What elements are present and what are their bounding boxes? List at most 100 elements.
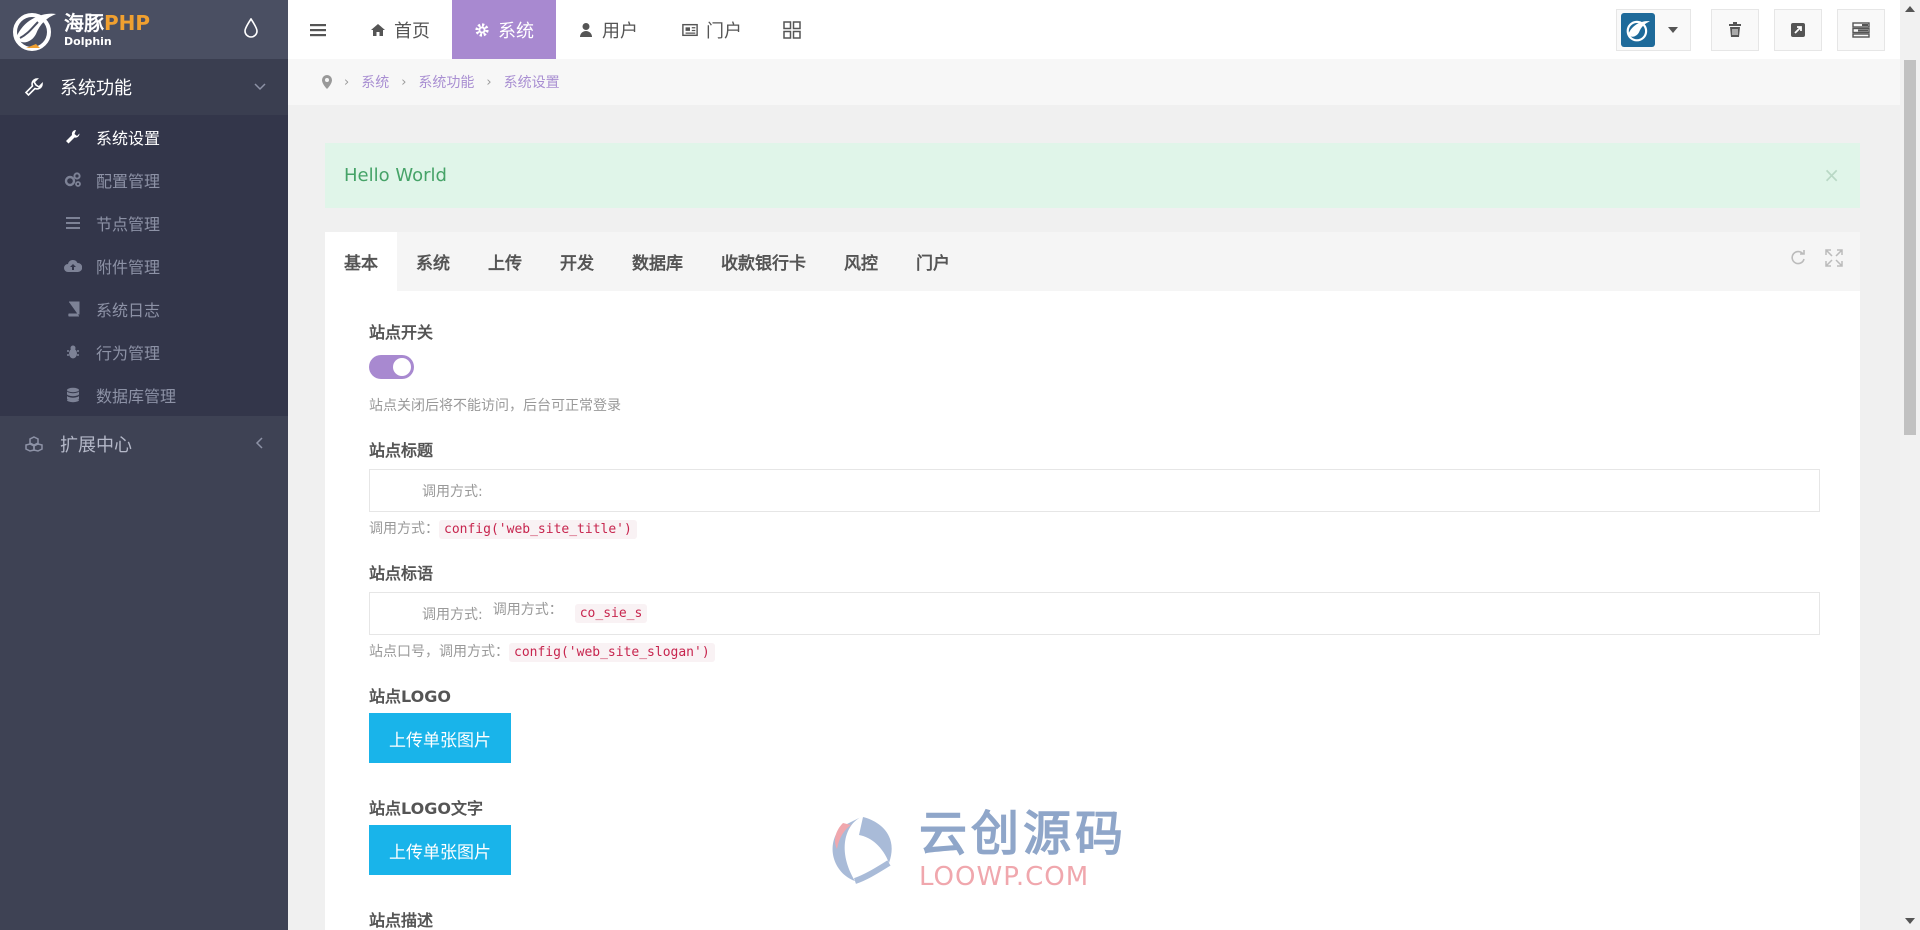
site-switch-toggle[interactable] [369, 355, 414, 379]
fullscreen-icon[interactable] [1824, 248, 1844, 268]
field-help: 站点关闭后将不能访问，后台可正常登录 [369, 398, 621, 414]
tab-basic[interactable]: 基本 [325, 232, 397, 291]
dolphin-logo-icon[interactable] [10, 8, 58, 52]
nav-portal[interactable]: 门户 [660, 0, 764, 59]
toggle-knob [393, 358, 411, 376]
avatar [1621, 12, 1655, 47]
sidebar-group-label: 扩展中心 [60, 435, 132, 456]
watermark-logo-icon [832, 817, 892, 884]
tasks-icon [1852, 21, 1870, 38]
grid-icon [783, 20, 801, 39]
page-scrollbar[interactable] [1900, 0, 1920, 930]
sidebar-item-attachments[interactable]: 附件管理 [0, 244, 288, 287]
sidebar-item-label: 节点管理 [96, 214, 161, 234]
nav-users[interactable]: 用户 [556, 0, 660, 59]
input-code: co_sie_s [574, 604, 648, 623]
site-title-input[interactable]: 调用方式: [369, 469, 1820, 512]
open-frontend-button[interactable] [1774, 8, 1822, 51]
map-marker-icon [322, 75, 332, 89]
field-help: 站点口号，调用方式： config('web_site_slogan') [369, 641, 1816, 662]
field-label: 站点标语 [369, 564, 434, 583]
cloud-upload-icon [64, 257, 82, 275]
top-header: 首页 系统 用户 门户 [288, 0, 1900, 59]
sidebar-item-label: 数据库管理 [96, 386, 177, 406]
help-prefix: 调用方式： [369, 521, 439, 537]
alert-success: Hello World × [325, 143, 1860, 208]
breadcrumb-link[interactable]: 系统功能 [418, 72, 474, 92]
settings-tabs: 基本 系统 上传 开发 数据库 收款银行卡 风控 门户 [325, 232, 1860, 291]
scroll-down-arrow-icon[interactable] [1905, 918, 1915, 924]
nav-home[interactable]: 首页 [348, 0, 452, 59]
tab-upload[interactable]: 上传 [469, 232, 541, 291]
sidebar-item-behaviors[interactable]: 行为管理 [0, 330, 288, 373]
sidebar-item-logs[interactable]: 系统日志 [0, 287, 288, 330]
logo-text: 海豚PHP Dolphin [64, 13, 150, 47]
upload-logo-text-button[interactable]: 上传单张图片 [369, 825, 511, 875]
help-code: config('web_site_slogan') [509, 643, 715, 662]
field-help: 调用方式： config('web_site_title') [369, 518, 1816, 539]
watermark: 云创源码 LOOWP.COM [815, 810, 1127, 892]
wrench-icon [64, 128, 82, 146]
sidebar-group-label: 系统功能 [60, 78, 132, 99]
breadcrumb-link[interactable]: 系统 [361, 72, 389, 92]
sidebar-item-config[interactable]: 配置管理 [0, 158, 288, 201]
tab-bank-card[interactable]: 收款银行卡 [702, 232, 825, 291]
wrench-icon [24, 77, 44, 97]
chevron-down-icon [254, 83, 266, 91]
breadcrumb-separator: › [344, 74, 350, 90]
logo-bar: 海豚PHP Dolphin [0, 0, 288, 59]
header-tools [1616, 0, 1900, 59]
help-prefix: 站点口号，调用方式： [369, 644, 509, 660]
nav-label: 首页 [394, 20, 430, 42]
trash-icon [1729, 21, 1741, 37]
scroll-thumb[interactable] [1904, 60, 1916, 435]
theme-drop-icon[interactable] [244, 18, 258, 38]
input-value-overlap: 调用方式： [492, 601, 563, 618]
field-label: 站点描述 [369, 911, 434, 930]
dolphin-avatar-icon [1626, 20, 1650, 41]
upload-logo-button[interactable]: 上传单张图片 [369, 713, 511, 763]
apps-button[interactable] [764, 0, 820, 59]
right-panel-button[interactable] [1837, 8, 1885, 51]
breadcrumb-separator: › [401, 74, 407, 90]
nav-label: 用户 [602, 20, 638, 42]
logo-name-php: PHP [104, 10, 151, 35]
refresh-icon[interactable] [1788, 248, 1808, 268]
input-value: 调用方式: [422, 483, 483, 500]
watermark-text: 云创源码 LOOWP.COM [919, 810, 1127, 892]
home-icon [370, 22, 386, 38]
newspaper-icon [682, 22, 698, 38]
nav-system[interactable]: 系统 [452, 0, 556, 59]
sidebar-item-label: 系统设置 [96, 128, 161, 148]
breadcrumb-current[interactable]: 系统设置 [504, 72, 560, 92]
external-link-icon [1791, 22, 1805, 37]
sidebar-item-label: 配置管理 [96, 171, 161, 191]
watermark-en: LOOWP.COM [919, 862, 1090, 892]
book-icon [64, 300, 82, 318]
breadcrumb: › 系统 › 系统功能 › 系统设置 [288, 59, 1900, 105]
tab-portal[interactable]: 门户 [897, 232, 969, 291]
bug-icon [64, 343, 82, 361]
site-slogan-input[interactable]: 调用方式: 调用方式： co_sie_s [369, 592, 1820, 635]
tab-database[interactable]: 数据库 [613, 232, 702, 291]
tab-risk-control[interactable]: 风控 [825, 232, 897, 291]
sidebar-group-system-functions[interactable]: 系统功能 [0, 59, 288, 115]
tab-develop[interactable]: 开发 [541, 232, 613, 291]
scroll-up-arrow-icon[interactable] [1905, 6, 1915, 12]
cubes-icon [24, 434, 44, 454]
user-menu-button[interactable] [1616, 8, 1691, 51]
tab-system[interactable]: 系统 [397, 232, 469, 291]
nav-label: 系统 [498, 20, 534, 42]
alert-close-button[interactable]: × [1823, 163, 1840, 187]
sidebar-toggle-button[interactable] [288, 0, 348, 59]
sidebar-group-extensions[interactable]: 扩展中心 [0, 416, 288, 472]
logo-name-en: Dolphin [64, 34, 112, 48]
sidebar-item-system-settings[interactable]: 系统设置 [0, 115, 288, 158]
logo-name-cn: 海豚 [64, 10, 104, 35]
field-label: 站点开关 [369, 323, 434, 342]
sidebar-item-database[interactable]: 数据库管理 [0, 373, 288, 416]
sidebar-item-nodes[interactable]: 节点管理 [0, 201, 288, 244]
clear-cache-button[interactable] [1711, 8, 1759, 51]
breadcrumb-separator: › [486, 74, 492, 90]
input-value: 调用方式: [422, 606, 483, 623]
